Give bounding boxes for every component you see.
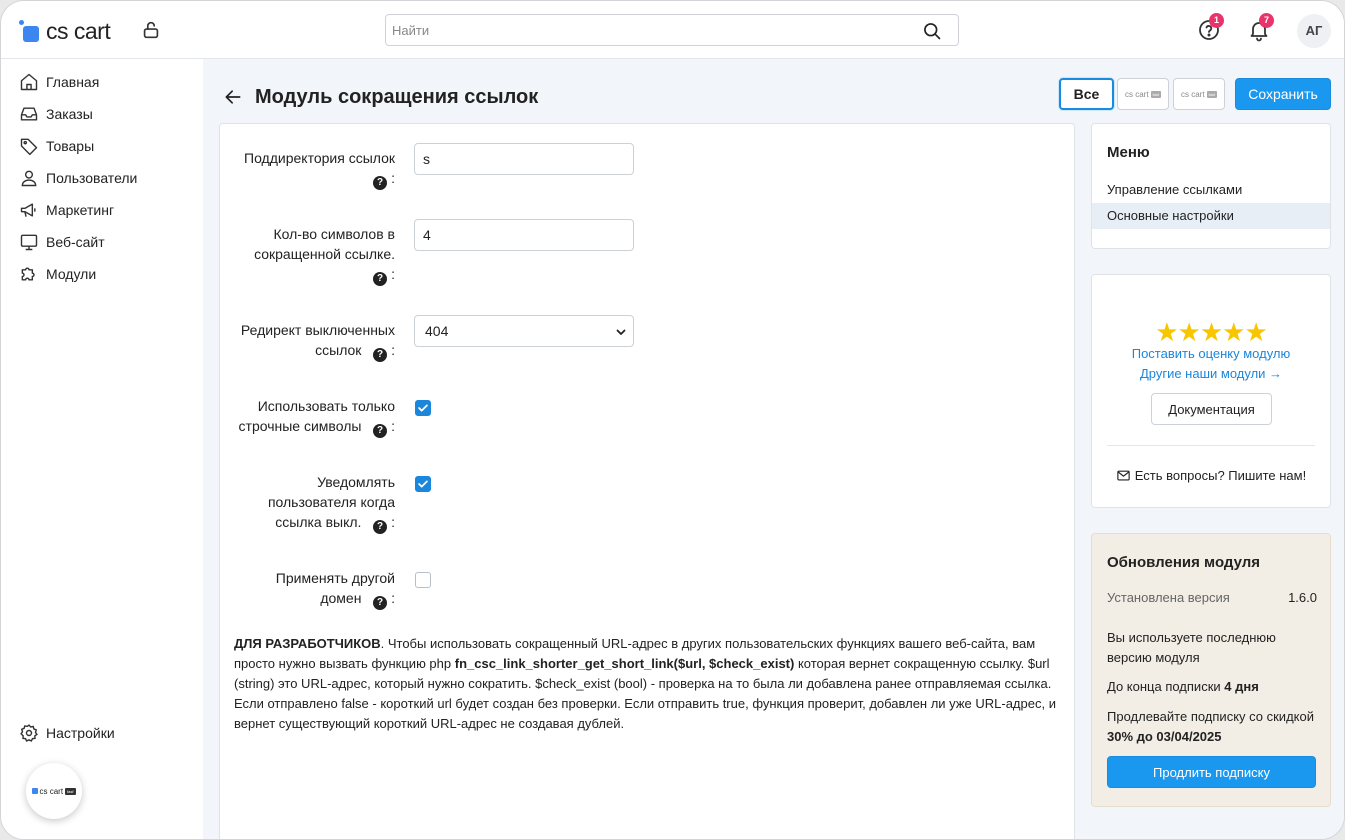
puzzle-icon: [21, 267, 35, 281]
search-input[interactable]: [392, 15, 912, 45]
chars-input[interactable]: [414, 219, 634, 251]
renew-subscription-button[interactable]: Продлить подписку: [1107, 756, 1316, 788]
help-icon[interactable]: ?: [373, 272, 388, 286]
arrow-left-icon[interactable]: [223, 87, 243, 107]
inbox-icon: [20, 107, 38, 121]
menu-item-basic-settings[interactable]: Основные настройки: [1092, 203, 1330, 229]
menu-item-manage-links[interactable]: Управление ссылками: [1092, 177, 1330, 203]
search-icon[interactable]: [922, 21, 942, 41]
domain-checkbox[interactable]: [415, 572, 431, 588]
sidebar-item-label: Главная: [46, 74, 100, 90]
settings-panel: Поддиректория ссылок ?: Кол-во символов …: [219, 123, 1075, 839]
help-badge: 1: [1209, 13, 1224, 28]
subscription-text: До конца подписки 4 дня: [1107, 679, 1259, 694]
documentation-button[interactable]: Документация: [1151, 393, 1272, 425]
sidebar-item-website[interactable]: Веб-сайт: [19, 230, 105, 254]
rating-card: ★★★★★ Поставить оценку модулю Другие наш…: [1091, 274, 1331, 508]
user-icon: [21, 170, 37, 187]
help-icon[interactable]: ?: [373, 424, 388, 438]
avatar[interactable]: АГ: [1297, 14, 1331, 48]
renew-offer-text: Продлевайте подписку со скидкой 30% до 0…: [1107, 709, 1314, 744]
redirect-label: Редирект выключенных ссылок ?:: [240, 322, 395, 362]
storefront-logo-text: cs cart: [1180, 89, 1205, 99]
rating-stars-icon[interactable]: ★★★★★: [1092, 317, 1330, 348]
chars-label: Кол-во символов в сокращенной ссылке. ?:: [254, 226, 395, 286]
developer-logo-bubble[interactable]: cs cart fasf: [26, 763, 82, 819]
help-icon[interactable]: ?: [373, 348, 388, 362]
logo-mark-icon: [19, 20, 41, 42]
app-window: cs cart 1 7 АГ Глав: [0, 0, 1345, 840]
storefront-button-1[interactable]: cs cart fasf: [1117, 78, 1169, 110]
megaphone-icon: [20, 203, 36, 217]
cs-cart-logo[interactable]: cs cart: [19, 17, 111, 45]
sidebar-item-label: Веб-сайт: [46, 234, 105, 250]
main-content: Модуль сокращения ссылок Все cs cart fas…: [203, 59, 1344, 839]
sidebar-item-label: Маркетинг: [46, 202, 115, 218]
sidebar-item-label: Настройки: [46, 725, 115, 741]
help-button[interactable]: 1: [1197, 13, 1224, 42]
save-button[interactable]: Сохранить: [1235, 78, 1331, 110]
storefront-logo-tag: fasf: [1206, 90, 1217, 98]
help-icon[interactable]: ?: [373, 596, 388, 610]
redirect-select[interactable]: 404: [414, 315, 634, 347]
notify-label: Уведомлять пользователя когда ссылка вык…: [267, 474, 395, 534]
installed-version: 1.6.0: [1288, 590, 1317, 605]
storefront-all-button[interactable]: Все: [1059, 78, 1114, 110]
page-header: Модуль сокращения ссылок: [223, 83, 538, 111]
help-icon[interactable]: ?: [373, 520, 388, 534]
storefront-logo-text: cs cart: [1124, 89, 1149, 99]
search-box: [385, 14, 959, 46]
sidebar-item-marketing[interactable]: Маркетинг: [19, 198, 114, 222]
domain-label: Применять другой домен ?:: [275, 570, 395, 610]
sidebar-item-label: Товары: [46, 138, 95, 154]
check-icon: [418, 480, 428, 488]
rate-module-link[interactable]: Поставить оценку модулю: [1092, 346, 1330, 361]
notifications-button[interactable]: 7: [1247, 13, 1274, 42]
monitor-icon: [20, 234, 38, 251]
divider: [1107, 445, 1315, 446]
sidebar-item-label: Заказы: [46, 106, 93, 122]
subdir-input[interactable]: [414, 143, 634, 175]
notifications-badge: 7: [1259, 13, 1274, 28]
subdir-label: Поддиректория ссылок ?:: [244, 150, 395, 190]
logo-text: cs cart: [46, 17, 111, 44]
top-bar: cs cart 1 7 АГ: [1, 1, 1344, 59]
sidebar-item-label: Пользователи: [46, 170, 138, 186]
updates-card: Обновления модуля Установлена версия 1.6…: [1091, 533, 1331, 807]
menu-card: Меню Управление ссылками Основные настро…: [1091, 123, 1331, 249]
home-icon: [20, 73, 38, 91]
sidebar-item-modules[interactable]: Модули: [19, 262, 96, 286]
sidebar-item-label: Модули: [46, 266, 97, 282]
redirect-select-value: 404: [425, 323, 449, 339]
menu-card-title: Меню: [1107, 144, 1150, 161]
developer-logo-tag: fasf: [65, 787, 76, 795]
mail-icon: [1117, 470, 1130, 481]
notify-checkbox[interactable]: [415, 476, 431, 492]
help-icon[interactable]: ?: [373, 176, 388, 190]
sidebar: Главная Заказы Товары Пользователи Марке…: [1, 59, 203, 839]
check-icon: [418, 404, 428, 412]
updates-card-title: Обновления модуля: [1107, 554, 1261, 571]
developer-logo-text: cs cart: [39, 786, 64, 796]
lowercase-checkbox[interactable]: [415, 400, 431, 416]
installed-version-row: Установлена версия 1.6.0: [1107, 588, 1317, 608]
storefront-button-2[interactable]: cs cart fasf: [1173, 78, 1225, 110]
developer-logo: cs cart fasf: [32, 786, 76, 796]
latest-version-text: Вы используете последнюю версию модуля: [1107, 630, 1276, 665]
contact-link[interactable]: Есть вопросы? Пишите нам!: [1092, 468, 1330, 483]
sidebar-item-users[interactable]: Пользователи: [19, 166, 137, 190]
other-modules-link[interactable]: Другие наши модули →: [1092, 366, 1330, 381]
storefront-logo-tag: fasf: [1150, 90, 1161, 98]
unlock-icon[interactable]: [140, 19, 162, 41]
chevron-down-icon: [616, 329, 626, 335]
sidebar-item-orders[interactable]: Заказы: [19, 102, 93, 126]
page-title: Модуль сокращения ссылок: [255, 85, 539, 108]
tag-icon: [20, 138, 38, 156]
lowercase-label: Использовать только строчные символы ?:: [238, 398, 395, 438]
sidebar-item-home[interactable]: Главная: [19, 70, 99, 94]
developer-note: ДЛЯ РАЗРАБОТЧИКОВ. Чтобы использовать со…: [234, 636, 1056, 731]
sidebar-item-products[interactable]: Товары: [19, 134, 94, 158]
gear-icon: [20, 724, 38, 742]
sidebar-item-settings[interactable]: Настройки: [19, 721, 115, 745]
